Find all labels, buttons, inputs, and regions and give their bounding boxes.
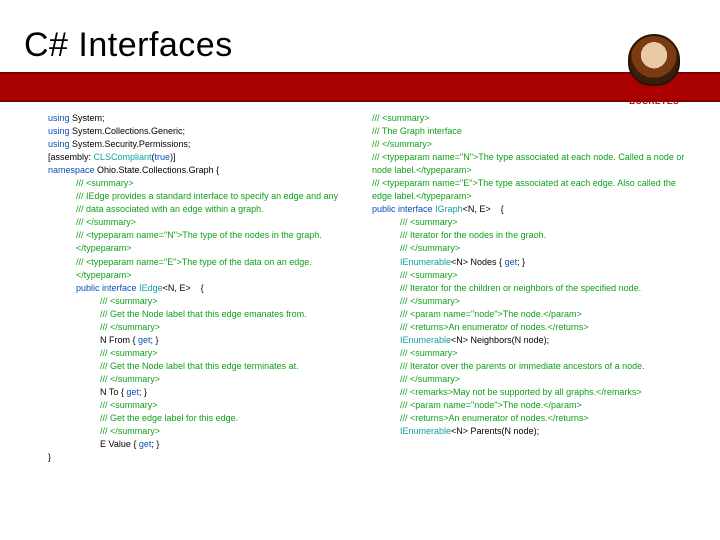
code-line: /// </summary> — [372, 373, 688, 386]
code-line: /// Get the Node label that this edge te… — [48, 360, 364, 373]
code-line: /// <typeparam name="N">The type of the … — [48, 229, 364, 255]
content-area: using System;using System.Collections.Ge… — [48, 112, 688, 528]
code-line: /// </summary> — [372, 138, 688, 151]
code-line: /// </summary> — [48, 216, 364, 229]
code-line: /// </summary> — [48, 425, 364, 438]
code-line: /// <returns>An enumerator of nodes.</re… — [372, 412, 688, 425]
code-line: /// <summary> — [48, 295, 364, 308]
code-line: /// </summary> — [372, 295, 688, 308]
code-line: /// </summary> — [48, 373, 364, 386]
code-line: /// <summary> — [372, 112, 688, 125]
ohio-state-logo: OHIO STATE BUCKEYES — [610, 34, 698, 112]
code-line: /// <remarks>May not be supported by all… — [372, 386, 688, 399]
code-line: /// <param name="node">The node.</param> — [372, 308, 688, 321]
code-line: /// <returns>An enumerator of nodes.</re… — [372, 321, 688, 334]
code-line: /// <summary> — [372, 347, 688, 360]
code-line: IEnumerable<N> Parents(N node); — [372, 425, 688, 438]
code-line: /// <typeparam name="N">The type associa… — [372, 151, 688, 177]
code-line: E Value { get; } — [48, 438, 364, 451]
code-line: [assembly: CLSCompliant(true)] — [48, 151, 364, 164]
code-line: namespace Ohio.State.Collections.Graph { — [48, 164, 364, 177]
code-line: IEnumerable<N> Nodes { get; } — [372, 256, 688, 269]
logo-line2: BUCKEYES — [629, 96, 679, 106]
code-line: /// <typeparam name="E">The type associa… — [372, 177, 688, 203]
code-line: /// IEdge provides a standard interface … — [48, 190, 364, 203]
code-line: /// </summary> — [48, 321, 364, 334]
code-line: using System.Security.Permissions; — [48, 138, 364, 151]
buckeye-mascot-icon — [628, 34, 680, 86]
code-line: /// Iterator for the nodes in the graoh. — [372, 229, 688, 242]
code-line: using System; — [48, 112, 364, 125]
code-line: /// Iterator over the parents or immedia… — [372, 360, 688, 373]
code-line: IEnumerable<N> Neighbors(N node); — [372, 334, 688, 347]
code-line: /// </summary> — [372, 242, 688, 255]
code-column-right: /// <summary>/// The Graph interface/// … — [368, 112, 688, 528]
code-line: /// <summary> — [48, 399, 364, 412]
code-line: /// <summary> — [372, 216, 688, 229]
code-line: N From { get; } — [48, 334, 364, 347]
code-line: public interface IEdge<N, E> { — [48, 282, 364, 295]
code-line: /// Get the Node label that this edge em… — [48, 308, 364, 321]
code-line: /// The Graph interface — [372, 125, 688, 138]
code-line: public interface IGraph<N, E> { — [372, 203, 688, 216]
slide: C# Interfaces OHIO STATE BUCKEYES using … — [0, 0, 720, 540]
slide-title: C# Interfaces — [24, 26, 233, 65]
code-line: N To { get; } — [48, 386, 364, 399]
code-line: /// Iterator for the children or neighbo… — [372, 282, 688, 295]
code-line: /// <summary> — [48, 347, 364, 360]
code-line: /// <typeparam name="E">The type of the … — [48, 256, 364, 282]
code-line: using System.Collections.Generic; — [48, 125, 364, 138]
code-line: } — [48, 451, 364, 464]
code-line: /// <summary> — [372, 269, 688, 282]
code-column-left: using System;using System.Collections.Ge… — [48, 112, 368, 528]
code-line: /// data associated with an edge within … — [48, 203, 364, 216]
code-line: /// Get the edge label for this edge. — [48, 412, 364, 425]
code-line: /// <summary> — [48, 177, 364, 190]
code-line: /// <param name="node">The node.</param> — [372, 399, 688, 412]
logo-text: OHIO STATE BUCKEYES — [627, 88, 681, 106]
